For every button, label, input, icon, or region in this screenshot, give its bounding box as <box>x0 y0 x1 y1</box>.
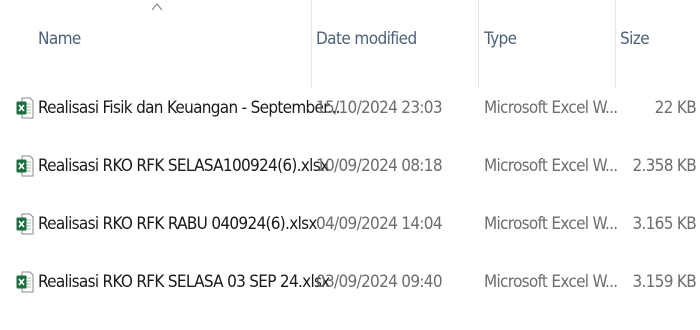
excel-file-icon <box>16 97 34 119</box>
file-date-modified: 04/09/2024 14:04 <box>316 214 443 234</box>
file-name: Realisasi RKO RFK SELASA 03 SEP 24.xlsx <box>38 272 330 292</box>
file-name: Realisasi RKO RFK RABU 040924(6).xlsx <box>38 214 317 234</box>
file-size: 2.358 KB <box>632 156 696 176</box>
file-date-modified: 10/09/2024 08:18 <box>316 156 443 176</box>
column-divider[interactable] <box>311 0 312 88</box>
excel-file-icon <box>16 155 34 177</box>
column-divider[interactable] <box>478 0 479 88</box>
excel-file-icon <box>16 213 34 235</box>
column-header-size[interactable]: Size <box>620 29 650 49</box>
file-type: Microsoft Excel W... <box>484 272 618 292</box>
column-header-date-modified[interactable]: Date modified <box>316 29 417 49</box>
column-header-name[interactable]: Name <box>38 29 81 49</box>
file-size: 3.165 KB <box>632 214 696 234</box>
column-divider[interactable] <box>615 0 616 88</box>
excel-file-icon <box>16 271 34 293</box>
chevron-up-icon[interactable] <box>151 2 163 12</box>
file-type: Microsoft Excel W... <box>484 98 618 118</box>
file-date-modified: 15/10/2024 23:03 <box>316 98 443 118</box>
file-name: Realisasi Fisik dan Keuangan - September… <box>38 98 340 118</box>
file-name: Realisasi RKO RFK SELASA100924(6).xlsx <box>38 156 329 176</box>
file-size: 22 KB <box>654 98 697 118</box>
file-row[interactable]: Realisasi RKO RFK SELASA 03 SEP 24.xlsx … <box>0 254 700 312</box>
file-row[interactable]: Realisasi RKO RFK RABU 040924(6).xlsx 04… <box>0 196 700 254</box>
column-header-type[interactable]: Type <box>484 29 517 49</box>
file-type: Microsoft Excel W... <box>484 156 618 176</box>
file-size: 3.159 KB <box>632 272 696 292</box>
column-header-bar: Name Date modified Type Size <box>0 0 700 88</box>
file-date-modified: 03/09/2024 09:40 <box>316 272 443 292</box>
file-row[interactable]: Realisasi Fisik dan Keuangan - September… <box>0 80 700 138</box>
file-row[interactable]: Realisasi RKO RFK SELASA100924(6).xlsx 1… <box>0 138 700 196</box>
file-type: Microsoft Excel W... <box>484 214 618 234</box>
